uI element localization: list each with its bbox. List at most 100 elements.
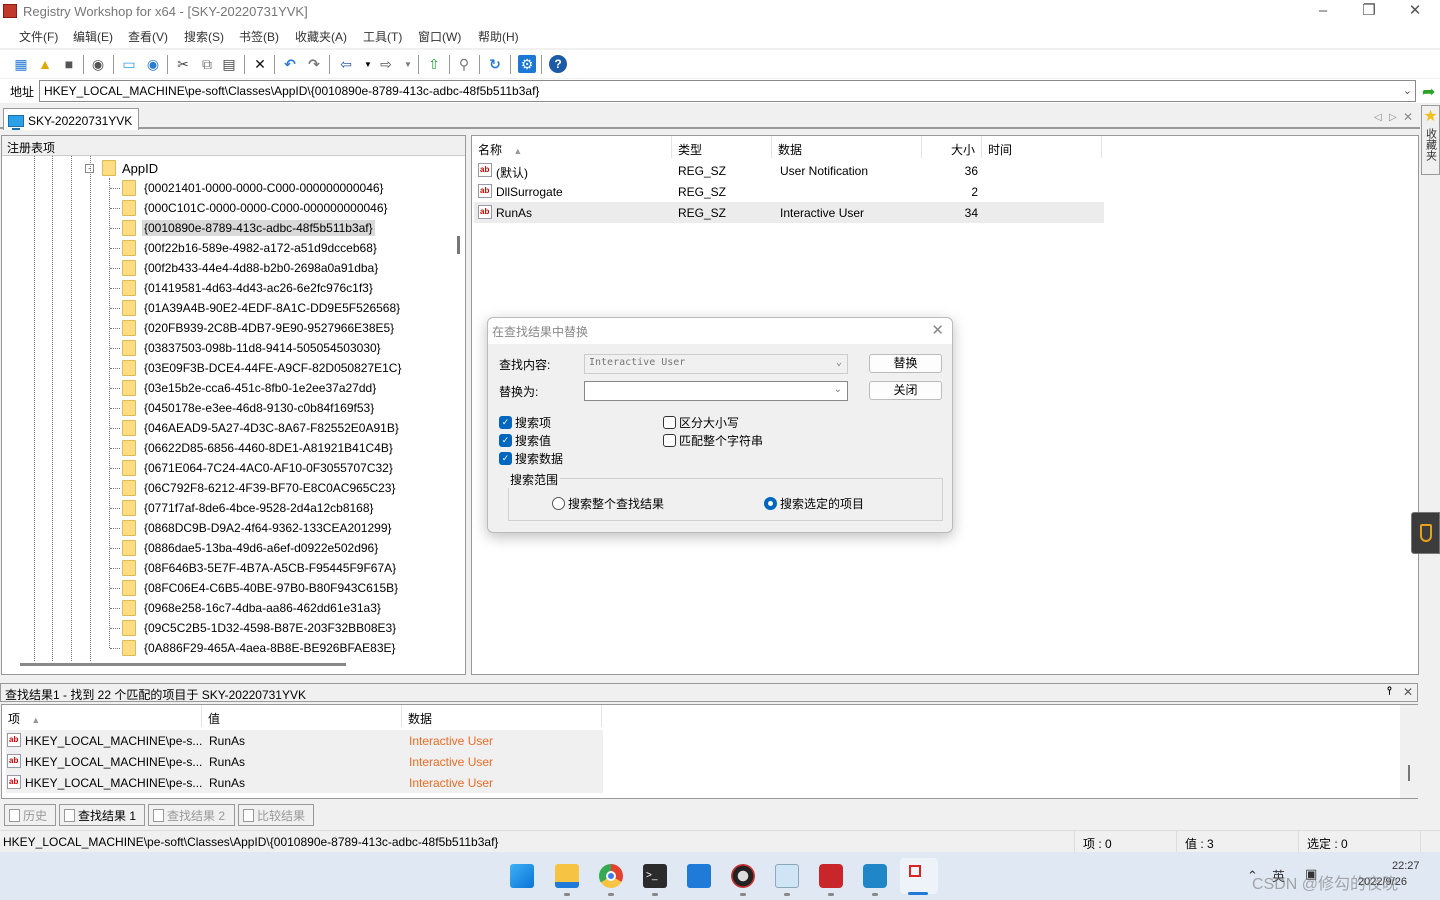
tree-node[interactable]: {03E09F3B-DCE4-44FE-A9CF-82D050827E1C}	[122, 358, 403, 378]
help-icon[interactable]: ?	[549, 55, 567, 73]
tree-node[interactable]: {0671E064-7C24-4AC0-AF10-0F3055707C32}	[122, 458, 395, 478]
tree-node[interactable]: {01419581-4d63-4d43-ac26-6e2fc976c1f3}	[122, 278, 375, 298]
checkbox-match-case[interactable]: 区分大小写	[663, 414, 739, 431]
paste-icon[interactable]: ▤	[220, 55, 238, 73]
menu-window[interactable]: 窗口(W)	[418, 28, 461, 45]
menu-help[interactable]: 帮助(H)	[478, 28, 519, 45]
col-key-header[interactable]: 项 ▲	[2, 705, 202, 727]
tree-node[interactable]: {020FB939-2C8B-4DB7-9E90-9527966E38E5}	[122, 318, 396, 338]
menu-view[interactable]: 查看(V)	[128, 28, 168, 45]
media-icon[interactable]	[731, 864, 755, 888]
favorites-sidebar-tab[interactable]: ★ 收藏夹	[1421, 105, 1440, 175]
dialog-close-icon[interactable]: ✕	[931, 321, 944, 339]
tree-node[interactable]: {03837503-098b-11d8-9414-505054503030}	[122, 338, 383, 358]
registry-icon[interactable]	[819, 864, 843, 888]
value-row[interactable]: ab RunAs REG_SZ Interactive User 34	[474, 202, 1104, 223]
restore-button[interactable]: ❐	[1346, 0, 1392, 24]
tree-horizontal-scrollbar[interactable]	[20, 663, 346, 666]
result-row[interactable]: ab HKEY_LOCAL_MACHINE\pe-s... RunAs Interac…	[6, 751, 603, 772]
tree-node[interactable]: {0886dae5-13ba-49d6-a6ef-d0922e502d96}	[122, 538, 380, 558]
tree-vertical-scrollbar[interactable]	[457, 236, 460, 254]
tree-node[interactable]: {06C792F8-6212-4F39-BF70-E8C0AC965C23}	[122, 478, 398, 498]
result-row[interactable]: ab HKEY_LOCAL_MACHINE\pe-s... RunAs Interac…	[6, 772, 603, 793]
checkbox-match-whole-string[interactable]: 匹配整个字符串	[663, 432, 763, 449]
open-icon[interactable]: ▲	[36, 55, 54, 73]
value-row[interactable]: ab DllSurrogate REG_SZ 2	[474, 181, 1104, 202]
pin-icon[interactable]: ⫯	[1387, 685, 1392, 698]
tab-close-icon[interactable]: ✕	[1403, 110, 1413, 124]
tree-node[interactable]: {00f2b433-44e4-4d88-b2b0-2698a0a91dba}	[122, 258, 380, 278]
result-row[interactable]: ab HKEY_LOCAL_MACHINE\pe-s... RunAs Interac…	[6, 730, 603, 751]
radio-entire-results[interactable]: 搜索整个查找结果	[552, 495, 664, 512]
address-dropdown-icon[interactable]: ⌄	[1403, 84, 1412, 97]
tree-node[interactable]: {00021401-0000-0000-C000-000000000046}	[122, 178, 386, 198]
tab-next-icon[interactable]: ▷	[1389, 112, 1397, 123]
col-data-header[interactable]: 数据	[772, 136, 922, 158]
doc-tab-computer[interactable]: SKY-20220731YVK	[3, 108, 139, 130]
snipping-tool-icon[interactable]	[900, 858, 938, 895]
results-close-icon[interactable]: ✕	[1403, 685, 1413, 699]
chrome-icon[interactable]	[599, 864, 623, 888]
tab-history[interactable]: 历史	[4, 804, 56, 826]
col-result-data-header[interactable]: 数据	[402, 705, 602, 727]
forward-dropdown-icon[interactable]: ▼	[399, 55, 417, 73]
dialog-close-button[interactable]: 关闭	[869, 381, 942, 400]
menu-tools[interactable]: 工具(T)	[363, 28, 402, 45]
checkbox-search-values[interactable]: ✓ 搜索值	[499, 432, 551, 449]
value-row[interactable]: ab (默认) REG_SZ User Notification 36	[474, 160, 1104, 181]
find-combobox[interactable]: Interactive User ⌄	[584, 354, 848, 374]
col-time-header[interactable]: 时间	[982, 136, 1102, 158]
tree-node[interactable]: {046AEAD9-5A27-4D3C-8A67-F82552E0A91B}	[122, 418, 401, 438]
usb-device-widget[interactable]	[1411, 512, 1440, 554]
tree-node[interactable]: {08FC06E4-C6B5-40BE-97B0-B80F943C615B}	[122, 578, 400, 598]
registry-workshop-icon[interactable]	[863, 864, 887, 888]
delete-icon[interactable]: ✕	[251, 55, 269, 73]
tree-node[interactable]: {09C5C2B5-1D32-4598-B87E-203F32BB08E3}	[122, 618, 398, 638]
back-dropdown-icon[interactable]: ▼	[359, 55, 377, 73]
save-icon[interactable]: ■	[60, 55, 78, 73]
tree-node-appid[interactable]: - AppID	[85, 158, 158, 178]
tab-compare-results[interactable]: 比较结果	[238, 804, 314, 826]
results-vertical-scrollbar[interactable]	[1400, 705, 1418, 798]
terminal-icon[interactable]: >_	[643, 864, 667, 888]
remote-computer-icon[interactable]: ◉	[144, 55, 162, 73]
find-icon[interactable]: ⚲	[455, 55, 473, 73]
menu-favorites[interactable]: 收藏夹(A)	[295, 28, 347, 45]
performance-monitor-icon[interactable]	[775, 864, 799, 888]
tree-node[interactable]: {03e15b2e-cca6-451c-8fb0-1e2ee37a27dd}	[122, 378, 378, 398]
redo-icon[interactable]: ↷	[305, 55, 323, 73]
col-value-header[interactable]: 值	[202, 705, 402, 727]
tab-find-results-2[interactable]: 查找结果 2	[148, 804, 235, 826]
address-input[interactable]: HKEY_LOCAL_MACHINE\pe-soft\Classes\AppID…	[39, 80, 1416, 102]
tree-node[interactable]: {0968e258-16c7-4dba-aa86-462dd61e31a3}	[122, 598, 383, 618]
tree-node[interactable]: {0771f7af-8de6-4bce-9528-2d4a12cb8168}	[122, 498, 376, 518]
replace-combobox[interactable]: ⌄	[584, 381, 848, 401]
tree-node[interactable]: {0A886F29-465A-4aea-8B8E-BE926BFAE83E}	[122, 638, 398, 658]
tree-node[interactable]: {01A39A4B-90E2-4EDF-8A1C-DD9E5F526568}	[122, 298, 402, 318]
snapshot-icon[interactable]: ◉	[89, 55, 107, 73]
menu-file[interactable]: 文件(F)	[19, 28, 58, 45]
close-button[interactable]: ✕	[1392, 0, 1438, 24]
menu-search[interactable]: 搜索(S)	[184, 28, 224, 45]
tree-node[interactable]: {06622D85-6856-4460-8DE1-A81921B41C4B}	[122, 438, 395, 458]
checkbox-search-data[interactable]: ✓ 搜索数据	[499, 450, 563, 467]
copy-icon[interactable]: ⧉	[198, 55, 216, 73]
go-arrow-icon[interactable]: ➦	[1422, 82, 1435, 102]
col-name-header[interactable]: 名称 ▲	[472, 136, 672, 158]
col-type-header[interactable]: 类型	[672, 136, 772, 158]
start-icon[interactable]	[510, 864, 534, 888]
app-icon-blue[interactable]	[687, 864, 711, 888]
parent-key-icon[interactable]: ⇧	[425, 55, 443, 73]
tab-find-results-1[interactable]: 查找结果 1	[59, 804, 145, 826]
tab-prev-icon[interactable]: ◁	[1374, 112, 1382, 123]
menu-bookmarks[interactable]: 书签(B)	[239, 28, 279, 45]
tree-node[interactable]: {0450178e-e3ee-46d8-9130-c0b84f169f53}	[122, 398, 376, 418]
replace-button[interactable]: 替换	[869, 354, 942, 373]
cut-icon[interactable]: ✂	[174, 55, 192, 73]
file-explorer-icon[interactable]	[555, 864, 579, 888]
forward-icon[interactable]: ⇨	[377, 55, 395, 73]
refresh-icon[interactable]: ↻	[486, 55, 504, 73]
collapse-icon[interactable]: -	[85, 163, 94, 173]
new-key-icon[interactable]: ▦	[12, 55, 30, 73]
col-size-header[interactable]: 大小	[922, 136, 982, 158]
